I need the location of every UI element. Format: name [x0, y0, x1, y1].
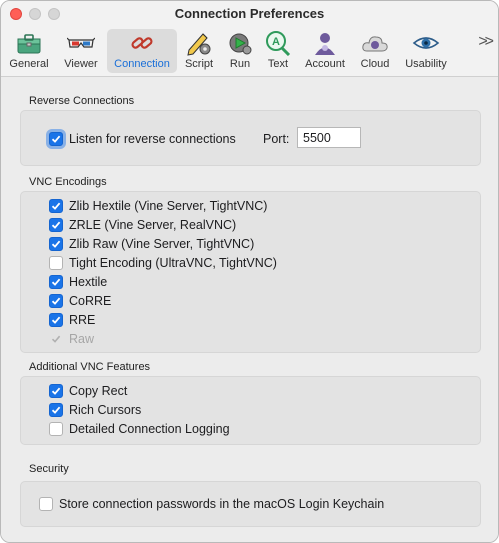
encoding-label: Raw: [69, 332, 95, 346]
feature-label: Detailed Connection Logging: [69, 422, 230, 436]
security-group: Store connection passwords in the macOS …: [20, 481, 481, 527]
keychain-row[interactable]: Store connection passwords in the macOS …: [39, 495, 384, 513]
encoding-row[interactable]: Tight Encoding (UltraVNC, TightVNC): [49, 254, 277, 272]
tab-connection-label: Connection: [114, 58, 170, 70]
tab-connection[interactable]: Connection: [107, 29, 177, 73]
checkmark-icon: [51, 278, 61, 286]
encoding-checkbox[interactable]: [49, 275, 63, 289]
preferences-toolbar: General Viewer Connection Script Run A T…: [5, 27, 498, 75]
tab-general[interactable]: General: [5, 29, 53, 73]
3d-glasses-icon: [67, 37, 95, 48]
tab-script[interactable]: Script: [181, 29, 217, 73]
tab-text[interactable]: A Text: [261, 29, 295, 73]
encoding-label: Zlib Hextile (Vine Server, TightVNC): [69, 199, 268, 213]
tab-run[interactable]: Run: [223, 29, 257, 73]
vnc-encodings-heading: VNC Encodings: [29, 176, 107, 188]
encoding-checkbox[interactable]: [49, 313, 63, 327]
user-gear-icon: [315, 33, 335, 55]
checkmark-icon: [51, 406, 61, 414]
pencil-gear-icon: [187, 33, 211, 56]
preferences-content: Reverse Connections Listen for reverse c…: [1, 78, 498, 542]
checkmark-icon: [51, 202, 61, 210]
text-magnifier-icon: A: [266, 31, 291, 56]
feature-row[interactable]: Detailed Connection Logging: [49, 420, 230, 438]
encoding-row[interactable]: Zlib Raw (Vine Server, TightVNC): [49, 235, 254, 253]
checkmark-icon: [51, 316, 61, 324]
encoding-row[interactable]: RRE: [49, 311, 95, 329]
chevron-double-right-icon[interactable]: >>: [478, 33, 494, 51]
tab-usability[interactable]: Usability: [401, 29, 451, 73]
encoding-row[interactable]: Zlib Hextile (Vine Server, TightVNC): [49, 197, 267, 215]
svg-text:A: A: [272, 36, 280, 48]
encoding-row[interactable]: ZRLE (Vine Server, RealVNC): [49, 216, 236, 234]
tab-cloud[interactable]: Cloud: [355, 29, 395, 73]
encoding-label: ZRLE (Vine Server, RealVNC): [69, 218, 237, 232]
feature-label: Rich Cursors: [69, 403, 142, 417]
encoding-row[interactable]: Hextile: [49, 273, 107, 291]
feature-checkbox[interactable]: [49, 403, 63, 417]
encoding-label: Zlib Raw (Vine Server, TightVNC): [69, 237, 255, 251]
feature-row[interactable]: Rich Cursors: [49, 401, 141, 419]
encoding-checkbox-disabled: [49, 332, 63, 346]
port-input[interactable]: [297, 127, 361, 148]
checkmark-icon: [51, 221, 61, 229]
checkmark-icon: [51, 387, 61, 395]
window-title: Connection Preferences: [174, 6, 325, 21]
listen-reverse-row[interactable]: Listen for reverse connections: [49, 130, 236, 148]
encoding-checkbox[interactable]: [49, 294, 63, 308]
listen-reverse-label: Listen for reverse connections: [69, 132, 236, 146]
listen-reverse-checkbox[interactable]: [49, 132, 63, 146]
checkmark-icon: [51, 240, 61, 248]
feature-row[interactable]: Copy Rect: [49, 382, 127, 400]
encoding-checkbox[interactable]: [49, 199, 63, 213]
cloud-icon: [362, 36, 388, 52]
checkmark-icon: [51, 135, 61, 143]
tab-text-label: Text: [267, 58, 289, 70]
feature-checkbox[interactable]: [49, 422, 63, 436]
preferences-window: Connection Preferences General Viewer Co…: [0, 0, 499, 543]
encoding-label: Tight Encoding (UltraVNC, TightVNC): [69, 256, 277, 270]
reverse-connections-heading: Reverse Connections: [29, 95, 135, 107]
additional-features-group: Copy Rect Rich Cursors Detailed Connecti…: [20, 376, 481, 445]
keychain-checkbox[interactable]: [39, 497, 53, 511]
encoding-checkbox[interactable]: [49, 218, 63, 232]
tab-account[interactable]: Account: [301, 29, 349, 73]
security-heading: Security: [29, 463, 69, 475]
tab-script-label: Script: [184, 58, 214, 70]
tab-cloud-label: Cloud: [360, 58, 390, 70]
checkmark-icon: [51, 297, 61, 305]
chain-link-icon: [131, 37, 153, 49]
feature-label: Copy Rect: [69, 384, 128, 398]
encoding-label: Hextile: [69, 275, 108, 289]
encoding-label: CoRRE: [69, 294, 112, 308]
tab-account-label: Account: [305, 58, 345, 70]
additional-features-heading: Additional VNC Features: [29, 361, 151, 373]
reverse-connections-group: Listen for reverse connections Port:: [20, 110, 481, 166]
encoding-row-disabled: Raw: [49, 330, 94, 348]
encoding-row[interactable]: CoRRE: [49, 292, 111, 310]
vnc-encodings-group: Zlib Hextile (Vine Server, TightVNC) ZRL…: [20, 191, 481, 353]
play-gear-icon: [229, 33, 252, 55]
encoding-checkbox[interactable]: [49, 256, 63, 270]
port-label: Port:: [263, 132, 290, 146]
keychain-label: Store connection passwords in the macOS …: [59, 497, 385, 511]
encoding-checkbox[interactable]: [49, 237, 63, 251]
tab-viewer[interactable]: Viewer: [57, 29, 105, 73]
tab-viewer-label: Viewer: [64, 58, 98, 70]
encoding-label: RRE: [69, 313, 96, 327]
tab-run-label: Run: [229, 58, 251, 70]
tab-general-label: General: [9, 58, 49, 70]
checkmark-icon: [51, 335, 61, 343]
toolbox-icon: [17, 34, 41, 54]
eye-icon: [412, 37, 440, 49]
title-bar: Connection Preferences General Viewer Co…: [1, 1, 498, 77]
feature-checkbox[interactable]: [49, 384, 63, 398]
tab-usability-label: Usability: [405, 58, 447, 70]
